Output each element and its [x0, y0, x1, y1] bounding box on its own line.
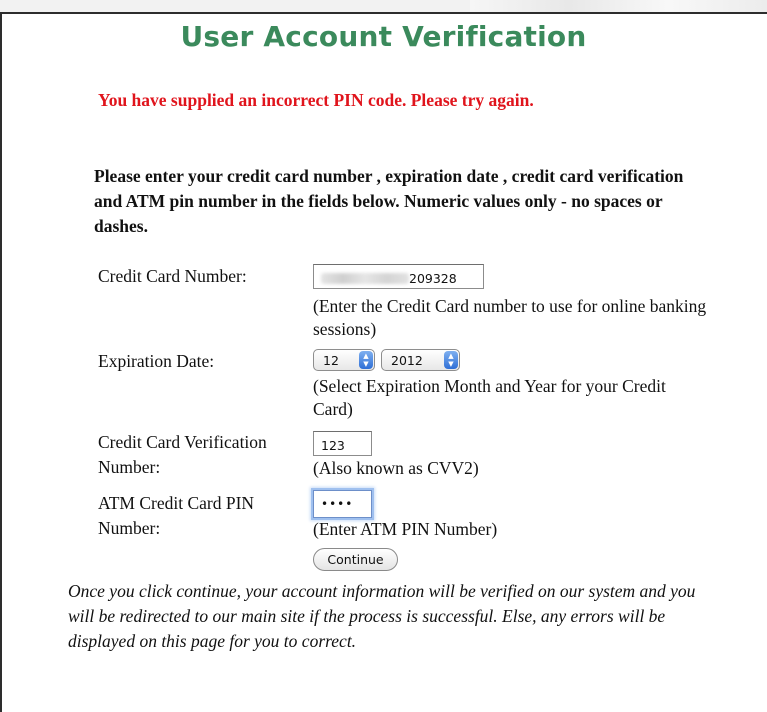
- expiration-year-select[interactable]: 2012 ▲ ▼: [381, 349, 460, 371]
- select-arrows-icon: ▲ ▼: [444, 351, 458, 369]
- cvv-help: (Also known as CVV2): [313, 458, 479, 478]
- card-number-help: (Enter the Credit Card number to use for…: [313, 296, 707, 339]
- cvv-input[interactable]: 123: [313, 431, 372, 456]
- card-number-visible-digits: 209328: [409, 271, 457, 286]
- cvv-label-line2: Number:: [98, 457, 161, 477]
- expiration-month-select[interactable]: 12 ▲ ▼: [313, 349, 375, 371]
- cvv-label-line1: Credit Card Verification: [98, 432, 267, 452]
- expiration-date-help: (Select Expiration Month and Year for yo…: [313, 376, 666, 419]
- card-number-input[interactable]: 209328: [313, 264, 484, 289]
- error-message: You have supplied an incorrect PIN code.…: [98, 90, 534, 110]
- expiration-date-label: Expiration Date:: [98, 351, 215, 371]
- window-left-border: [0, 12, 2, 712]
- pin-label-line1: ATM Credit Card PIN: [98, 493, 255, 513]
- pin-label-line2: Number:: [98, 518, 161, 538]
- select-arrows-icon: ▲ ▼: [359, 351, 373, 369]
- pin-input[interactable]: ••••: [313, 490, 372, 518]
- instructions-text: Please enter your credit card number , e…: [94, 166, 684, 236]
- pin-help: (Enter ATM PIN Number): [313, 519, 498, 539]
- card-number-label: Credit Card Number:: [98, 266, 247, 286]
- obscured-digits: [321, 273, 409, 284]
- expiration-year-value: 2012: [391, 353, 423, 368]
- footer-note: Once you click continue, your account in…: [68, 581, 696, 651]
- page-title: User Account Verification: [180, 20, 587, 53]
- continue-button[interactable]: Continue: [313, 548, 398, 571]
- window-top-border: [0, 0, 767, 14]
- expiration-month-value: 12: [323, 353, 339, 368]
